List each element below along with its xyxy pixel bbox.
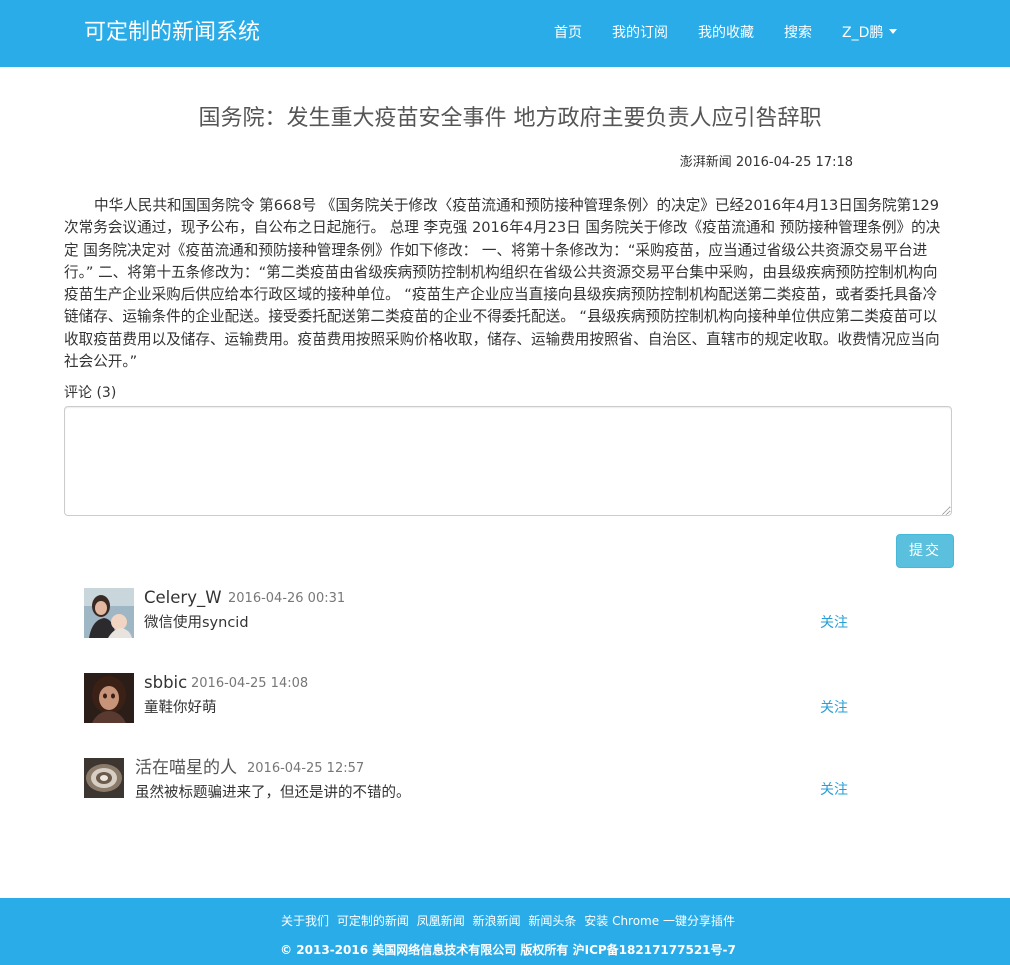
caret-down-icon [889,28,898,34]
footer-link-about[interactable]: 关于我们 [281,914,329,928]
comment-input[interactable] [64,406,952,516]
follow-link[interactable]: 关注 [820,613,848,633]
article-date: 2016-04-25 17:18 [735,155,853,170]
avatar [84,588,134,638]
article-meta: 澎湃新闻 2016-04-25 17:18 [680,154,853,172]
comment-author[interactable]: sbbic [144,673,187,693]
top-navbar: 可定制的新闻系统 首页 我的订阅 我的收藏 搜索 Z_D鹏 [0,0,1010,67]
avatar [84,673,134,723]
submit-comment-button[interactable]: 提交 [896,534,954,568]
nav-search[interactable]: 搜索 [784,23,812,43]
avatar [84,758,124,798]
footer-links: 关于我们 可定制的新闻 凤凰新闻 新浪新闻 新闻头条 安装 Chrome 一键分… [0,913,1010,929]
footer-link-chrome-plugin[interactable]: 安装 Chrome 一键分享插件 [584,914,735,928]
footer-link-custom-news[interactable]: 可定制的新闻 [337,914,409,928]
article-title: 国务院：发生重大疫苗安全事件 地方政府主要负责人应引咎辞职 [198,106,822,131]
nav-my-subscriptions[interactable]: 我的订阅 [612,23,668,43]
resize-grip-icon[interactable] [942,507,950,515]
footer-link-toutiao[interactable]: 新闻头条 [528,914,576,928]
comment-text: 童鞋你好萌 [144,700,217,716]
user-menu-dropdown[interactable]: Z_D鹏 [842,23,898,43]
follow-link[interactable]: 关注 [820,780,848,800]
footer: 关于我们 可定制的新闻 凤凰新闻 新浪新闻 新闻头条 安装 Chrome 一键分… [0,898,1010,965]
nav-my-favorites[interactable]: 我的收藏 [698,23,754,43]
comment-time: 2016-04-25 14:08 [191,676,309,691]
follow-link[interactable]: 关注 [820,698,848,718]
user-name: Z_D鹏 [842,25,884,41]
comment-text: 微信使用syncid [144,615,249,631]
site-brand[interactable]: 可定制的新闻系统 [84,17,260,49]
footer-link-sina[interactable]: 新浪新闻 [473,914,521,928]
footer-copyright: © 2013-2016 美国网络信息技术有限公司 版权所有 沪ICP备18217… [280,943,736,957]
footer-link-ifeng[interactable]: 凤凰新闻 [417,914,465,928]
comment-item: Celery_W 2016-04-26 00:31 微信使用syncid 关注 [84,588,854,640]
comment-item: 活在喵星的人 2016-04-25 12:57 虽然被标题骗进来了，但还是讲的不… [84,758,854,810]
comment-author[interactable]: Celery_W [144,588,222,608]
comment-time: 2016-04-25 12:57 [247,761,365,776]
comment-time: 2016-04-26 00:31 [228,591,346,606]
article-source: 澎湃新闻 [679,155,732,170]
nav-home[interactable]: 首页 [554,23,582,43]
article-body: 中华人民共和国国务院令 第668号 《国务院关于修改〈疫苗流通和预防接种管理条例… [64,197,941,371]
comment-item: sbbic 2016-04-25 14:08 童鞋你好萌 关注 [84,673,854,725]
comment-text: 虽然被标题骗进来了，但还是讲的不错的。 [135,785,411,801]
comment-author[interactable]: 活在喵星的人 [135,758,237,778]
comments-count-label: 评论 (3) [64,385,117,401]
